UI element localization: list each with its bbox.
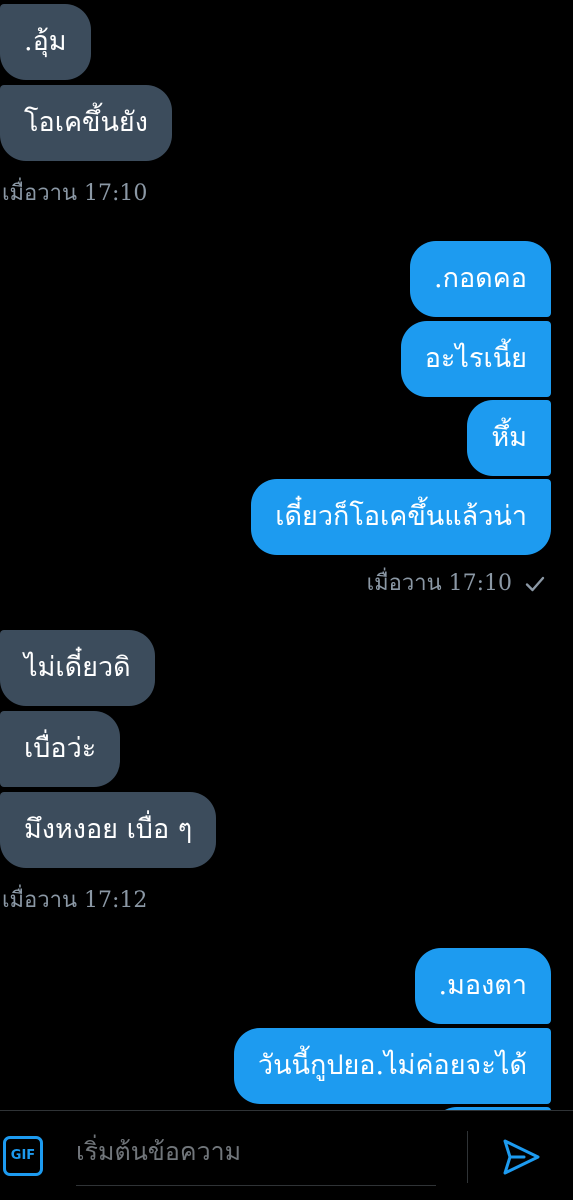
composer-divider [467, 1131, 468, 1183]
outgoing-message[interactable]: อะไรเนี้ย [400, 321, 551, 397]
incoming-message[interactable]: มึงหงอย เบื่อ ๆ [0, 792, 217, 868]
incoming-message[interactable]: โอเคขึ้นยัง [0, 85, 172, 161]
message-timestamp: เมื่อวาน 17:10 [2, 181, 148, 206]
send-icon[interactable] [500, 1136, 542, 1178]
message-composer: GIF [0, 1110, 573, 1200]
message-input[interactable] [76, 1131, 436, 1171]
message-timestamp-row: เมื่อวาน 17:10 [367, 565, 545, 600]
incoming-message[interactable]: .อุ้ม [0, 4, 91, 80]
outgoing-message[interactable]: หึ้ม [467, 400, 551, 476]
check-icon [525, 576, 545, 592]
outgoing-message[interactable]: เดี๋ยวก็โอเคขึ้นแล้วน่า [251, 479, 551, 555]
dm-conversation: .อุ้ม โอเคขึ้นยัง เมื่อวาน 17:10 .กอดคอ … [0, 0, 573, 1200]
incoming-message[interactable]: เบื่อว่ะ [0, 711, 121, 787]
message-timestamp: เมื่อวาน 17:10 [366, 571, 512, 596]
outgoing-message[interactable]: .กอดคอ [410, 241, 551, 317]
outgoing-message[interactable]: วันนี้กูปยอ.ไม่ค่อยจะได้ [233, 1028, 551, 1104]
message-input-wrapper [76, 1111, 436, 1186]
incoming-message[interactable]: ไม่เดี๋ยวดิ [0, 630, 155, 706]
outgoing-message[interactable]: .มองตา [414, 948, 551, 1024]
gif-icon[interactable]: GIF [3, 1136, 43, 1176]
message-timestamp: เมื่อวาน 17:12 [2, 888, 148, 913]
